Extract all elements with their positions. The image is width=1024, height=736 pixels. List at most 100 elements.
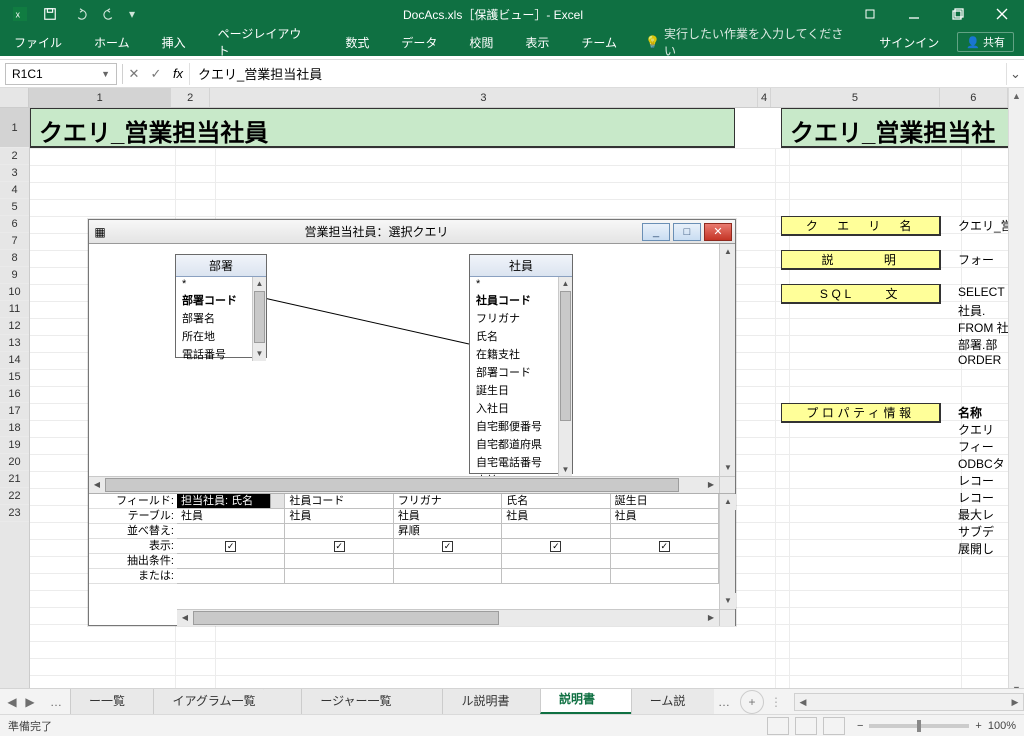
hscroll-right-icon[interactable]: ▶ <box>1007 694 1023 710</box>
query-maximize-button[interactable]: □ <box>673 223 701 241</box>
row-header-11[interactable]: 11 <box>0 301 29 318</box>
row-header-2[interactable]: 2 <box>0 148 29 165</box>
qgrid-cell[interactable]: 氏名 <box>502 494 610 508</box>
cell-title-2[interactable]: クエリ_営業担当社 <box>781 108 1021 148</box>
worksheet-hscroll[interactable]: ◀▶ <box>794 693 1024 711</box>
qgrid-cell[interactable] <box>285 524 393 538</box>
qgrid-cell[interactable] <box>285 569 393 583</box>
cell-value-c15[interactable]: フィー <box>958 438 994 455</box>
field-item[interactable]: 在籍支社 <box>470 345 572 363</box>
field-item[interactable]: 自宅電話番号 <box>470 453 572 471</box>
table-box-shain[interactable]: 社員 *社員コードフリガナ氏名在籍支社部署コード誕生日入社日自宅郵便番号自宅都道… <box>469 254 573 474</box>
sheet-tab[interactable]: 2.7ビュー一覧 <box>70 689 154 714</box>
row-header-3[interactable]: 3 <box>0 165 29 182</box>
tab-review[interactable]: 校閲 <box>465 34 497 51</box>
cell-value-c19[interactable]: 最大レ <box>958 506 994 523</box>
qgrid-cell[interactable]: ✓ <box>611 539 719 553</box>
tab-pagelayout[interactable]: ページレイアウト <box>214 25 318 59</box>
qat-dropdown-icon[interactable]: ▾ <box>126 2 138 26</box>
row-header-7[interactable]: 7 <box>0 233 29 250</box>
scroll-up-icon[interactable]: ▲ <box>1009 88 1024 105</box>
formula-input[interactable]: クエリ_営業担当社員 <box>189 63 1006 85</box>
table-box-busho[interactable]: 部署 *部署コード部署名所在地電話番号▲▼ <box>175 254 267 358</box>
qgrid-cell[interactable]: 社員 <box>285 509 393 523</box>
qgrid-cell[interactable] <box>177 569 285 583</box>
row-header-19[interactable]: 19 <box>0 437 29 454</box>
row-header-1[interactable]: 1 <box>0 108 29 148</box>
row-header-12[interactable]: 12 <box>0 318 29 335</box>
qgrid-cell[interactable]: 社員 <box>611 509 719 523</box>
page-break-view-button[interactable] <box>823 717 845 735</box>
page-layout-view-button[interactable] <box>795 717 817 735</box>
sheet-prev-icon[interactable]: ◀ <box>4 695 20 709</box>
tab-formulas[interactable]: 数式 <box>341 34 373 51</box>
hscroll-left-icon[interactable]: ◀ <box>795 694 811 710</box>
grid-vscroll[interactable]: ▲▼ <box>719 494 735 609</box>
qgrid-cell[interactable] <box>502 554 610 568</box>
cell-value-c13[interactable]: 名称 <box>958 404 982 421</box>
qgrid-cell[interactable]: 担当社員: 氏名 <box>177 494 285 508</box>
zoom-out-button[interactable]: − <box>857 720 863 732</box>
cell-title-1[interactable]: クエリ_営業担当社員 <box>30 108 735 148</box>
name-box[interactable]: R1C1▼ <box>5 63 117 85</box>
tab-file[interactable]: ファイル <box>10 34 66 51</box>
query-grid-table[interactable]: 担当社員: 氏名社員コードフリガナ氏名誕生日社員社員社員社員社員昇順✓✓✓✓✓ <box>177 494 719 609</box>
row-header-17[interactable]: 17 <box>0 403 29 420</box>
tab-home[interactable]: ホーム <box>90 34 134 51</box>
cells[interactable]: クエリ_営業担当社員 クエリ_営業担当社 ク エ リ 名 説 明 SQL 文 プ… <box>30 108 1008 698</box>
qgrid-cell[interactable]: 社員 <box>177 509 285 523</box>
cell-value-c21[interactable]: 展開し <box>958 540 994 557</box>
cell-label-sql[interactable]: SQL 文 <box>781 284 941 304</box>
qgrid-cell[interactable] <box>502 524 610 538</box>
new-sheet-button[interactable]: + <box>740 690 764 714</box>
sheet-tab[interactable]: 3.2クエリ説明書 <box>540 689 632 714</box>
row-header-22[interactable]: 22 <box>0 488 29 505</box>
row-header-6[interactable]: 6 <box>0 216 29 233</box>
qgrid-cell[interactable]: ✓ <box>394 539 502 553</box>
grid-hscroll[interactable]: ◀▶ <box>177 609 719 626</box>
row-header-16[interactable]: 16 <box>0 386 29 403</box>
row-header-10[interactable]: 10 <box>0 284 29 301</box>
column-header-3[interactable]: 3 <box>210 88 757 107</box>
column-header-1[interactable]: 1 <box>29 88 171 107</box>
qgrid-cell[interactable]: 社員コード <box>285 494 393 508</box>
zoom-in-button[interactable]: + <box>975 720 981 732</box>
zoom-level[interactable]: 100% <box>988 720 1016 732</box>
row-header-9[interactable]: 9 <box>0 267 29 284</box>
row-header-23[interactable]: 23 <box>0 505 29 522</box>
field-item[interactable]: 入社日 <box>470 399 572 417</box>
qgrid-cell[interactable]: 昇順 <box>394 524 502 538</box>
redo-icon[interactable] <box>96 2 124 26</box>
query-minimize-button[interactable]: _ <box>642 223 670 241</box>
cell-value-c9[interactable]: FROM 社 <box>958 319 1009 336</box>
qgrid-cell[interactable] <box>177 554 285 568</box>
field-item[interactable]: 部署コード <box>470 363 572 381</box>
row-header-4[interactable]: 4 <box>0 182 29 199</box>
qgrid-cell[interactable] <box>502 569 610 583</box>
sheet-tab[interactable]: 2.9ストアドプロシージャー一覧 <box>301 689 443 714</box>
qgrid-cell[interactable] <box>611 524 719 538</box>
tab-insert[interactable]: 挿入 <box>158 34 190 51</box>
expand-formula-icon[interactable]: ⌄ <box>1006 63 1024 85</box>
qgrid-cell[interactable]: 社員 <box>502 509 610 523</box>
cell-value-c20[interactable]: サブデ <box>958 523 994 540</box>
sheet-tabs-ellipsis2[interactable]: … <box>714 695 734 709</box>
enter-icon[interactable]: ✓ <box>145 66 167 82</box>
field-item[interactable]: 社員コード <box>470 291 572 309</box>
cell-value-c17[interactable]: レコー <box>958 472 994 489</box>
share-button[interactable]: 👤 共有 <box>957 32 1014 52</box>
column-header-5[interactable]: 5 <box>771 88 939 107</box>
cell-value-c7[interactable]: SELECT <box>958 285 1005 302</box>
worksheet-vscroll[interactable]: ▲ ▼ <box>1008 88 1024 698</box>
table-scroll-shain[interactable]: ▲▼ <box>558 277 572 477</box>
maximize-icon[interactable] <box>936 0 980 28</box>
sheet-nav[interactable]: ◀▶ <box>0 695 42 709</box>
qgrid-cell[interactable]: 社員 <box>394 509 502 523</box>
tab-data[interactable]: データ <box>397 34 441 51</box>
qgrid-cell[interactable] <box>177 524 285 538</box>
column-header-6[interactable]: 6 <box>940 88 1008 107</box>
row-header-13[interactable]: 13 <box>0 335 29 352</box>
close-icon[interactable] <box>980 0 1024 28</box>
sheet-tab[interactable]: 2.8データベースダイアグラム一覧 <box>153 689 302 714</box>
tellme-search[interactable]: 💡実行したい作業を入力してください <box>645 25 855 59</box>
